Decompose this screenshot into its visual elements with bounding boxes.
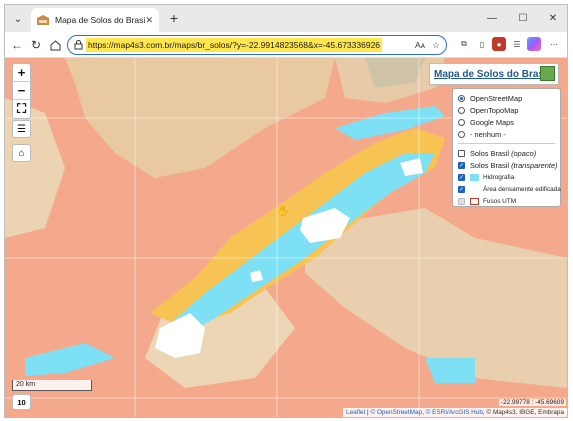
esri-link[interactable]: © ESRI/ArcGIS Hub (426, 409, 483, 416)
cursor-coordinates: -22.99778 : -45.69609 (499, 399, 566, 406)
maximize-button[interactable]: ☐ (514, 10, 532, 26)
base-layer-opentopo[interactable]: OpenTopoMap (458, 104, 555, 116)
extension-red-icon[interactable]: ● (492, 37, 506, 51)
home-icon[interactable] (47, 37, 63, 53)
map-title-box: Mapa de Solos do Brasil (429, 63, 559, 85)
leaflet-link[interactable]: Leaflet (346, 409, 365, 416)
map-title-link[interactable]: Mapa de Solos do Brasil (434, 69, 550, 80)
base-layer-label: - nenhum - (470, 129, 506, 139)
soil-map[interactable]: ✋ + − ⛶ ☰ ⌂ Mapa de Solos do Brasil Open… (5, 58, 567, 417)
tab-title: Mapa de Solos do Brasil (55, 15, 146, 25)
checkbox-checked-icon[interactable]: ✓ (458, 173, 465, 181)
favicon-icon (37, 15, 49, 25)
tab-bar: ⌄ Mapa de Solos do Brasil ✕ + — ☐ ✕ (5, 5, 567, 32)
sublayer-label: Hidrografia (483, 173, 515, 181)
overlay-solos-opaco[interactable]: Solos Brasil (opaco) (458, 147, 555, 159)
radio-icon[interactable] (458, 118, 465, 126)
sublayer-area-edificada[interactable]: ✓ Área densamente edificada (458, 183, 561, 195)
favorites-icon[interactable]: ☰ (510, 37, 524, 51)
split-screen-icon[interactable]: ▯ (475, 37, 489, 51)
new-tab-button[interactable]: + (165, 9, 183, 27)
radio-selected-icon[interactable] (458, 94, 465, 102)
overlay-suffix: (opaco) (511, 148, 537, 158)
osm-link[interactable]: © OpenStreetMap (370, 409, 422, 416)
zoom-out-button[interactable]: − (13, 82, 30, 100)
base-layer-label: OpenTopoMap (470, 105, 519, 115)
base-layer-osm[interactable]: OpenStreetMap (458, 92, 555, 104)
hand-cursor-icon: ✋ (277, 206, 290, 217)
fullscreen-icon[interactable]: ⛶ (13, 100, 30, 118)
zoom-level-indicator: 10 (12, 394, 31, 410)
more-menu-icon[interactable]: ⋯ (547, 37, 561, 51)
browser-window: ⌄ Mapa de Solos do Brasil ✕ + — ☐ ✕ ← ↻ … (4, 4, 568, 418)
overlay-suffix: (transparente) (511, 160, 558, 170)
zoom-control: + − ⛶ (12, 63, 31, 119)
checkbox-disabled-icon[interactable] (458, 197, 465, 205)
browser-toolbar: ← ↻ https://map4s3.com.br/maps/br_solos/… (5, 32, 567, 58)
scale-bar: 20 km (12, 380, 92, 391)
sublayer-label: Área densamente edificada (483, 185, 561, 193)
url-text[interactable]: https://map4s3.com.br/maps/br_solos/?y=-… (86, 38, 383, 52)
base-layer-none[interactable]: - nenhum - (458, 128, 555, 140)
zoom-in-button[interactable]: + (13, 64, 30, 82)
base-layer-google[interactable]: Google Maps (458, 116, 555, 128)
map4s3-logo-icon (540, 66, 555, 81)
base-layer-label: OpenStreetMap (470, 93, 523, 103)
favorite-star-icon[interactable]: ☆ (429, 38, 443, 52)
tab-close-icon[interactable]: ✕ (145, 15, 153, 26)
checkbox-checked-icon[interactable]: ✓ (458, 161, 465, 169)
tab-active[interactable]: Mapa de Solos do Brasil ✕ (31, 8, 159, 32)
map-attribution: Leaflet | © OpenStreetMap, © ESRI/ArcGIS… (343, 408, 567, 417)
hydro-swatch (470, 173, 479, 181)
address-bar[interactable]: https://map4s3.com.br/maps/br_solos/?y=-… (67, 35, 447, 55)
checkbox-checked-icon[interactable]: ✓ (458, 185, 465, 193)
overlay-label: Solos Brasil (470, 160, 510, 170)
tab-actions-chevron-icon[interactable]: ⌄ (9, 10, 27, 28)
home-view-icon[interactable]: ⌂ (12, 144, 31, 162)
radio-icon[interactable] (458, 130, 465, 138)
base-layer-label: Google Maps (470, 117, 514, 127)
refresh-icon[interactable]: ↻ (28, 37, 44, 53)
sublayer-fusos-utm[interactable]: Fusos UTM (458, 195, 555, 207)
legend-list-icon[interactable]: ☰ (12, 120, 31, 138)
layer-control-panel: OpenStreetMap OpenTopoMap Google Maps - … (452, 88, 561, 207)
close-window-button[interactable]: ✕ (544, 10, 562, 26)
radio-icon[interactable] (458, 106, 465, 114)
lock-icon (74, 40, 83, 50)
utm-swatch (470, 197, 479, 205)
attribution-rest: , © Map4s3, IBGE, Embrapa (482, 409, 564, 416)
overlay-solos-transparente[interactable]: ✓ Solos Brasil (transparente) (458, 159, 558, 171)
checkbox-icon[interactable] (458, 149, 465, 157)
urban-swatch (470, 185, 479, 193)
read-aloud-icon[interactable]: Aᴀ (413, 38, 427, 52)
copilot-icon[interactable] (527, 37, 541, 51)
layer-divider (458, 143, 555, 144)
overlay-label: Solos Brasil (470, 148, 510, 158)
sublayer-hidrografia[interactable]: ✓ Hidrografia (458, 171, 555, 183)
back-arrow-icon[interactable]: ← (9, 37, 25, 53)
sublayer-label: Fusos UTM (483, 197, 517, 205)
minimize-button[interactable]: — (483, 10, 501, 26)
extension-puzzle-icon[interactable]: ⧉ (457, 37, 471, 51)
